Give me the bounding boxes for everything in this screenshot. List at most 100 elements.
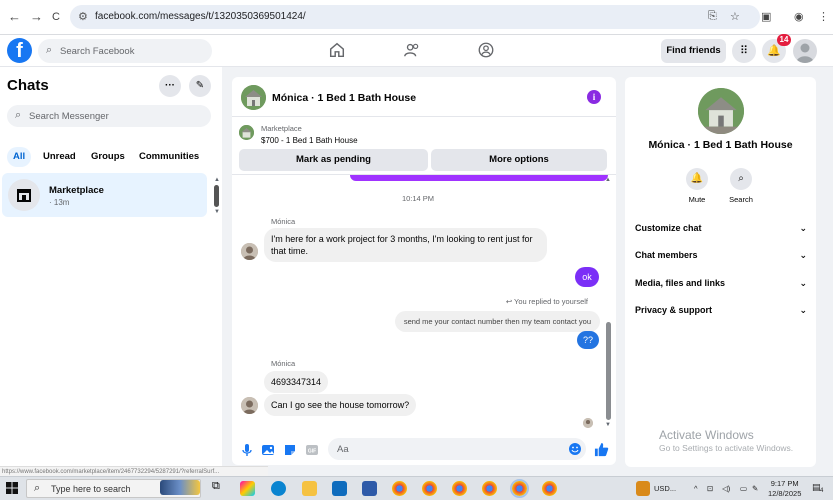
- scroll-up-icon[interactable]: ▲: [214, 177, 220, 183]
- more-options-button[interactable]: More options: [431, 149, 607, 171]
- section-label: Media, files and links: [635, 278, 726, 288]
- currency-widget-icon[interactable]: [636, 481, 650, 496]
- incoming-message[interactable]: I'm here for a work project for 3 months…: [264, 228, 547, 262]
- search-highlight-icon[interactable]: [160, 480, 200, 495]
- emoji-icon[interactable]: [568, 442, 582, 456]
- chat-list-item[interactable]: Marketplace · 13m: [2, 173, 207, 217]
- mute-label: Mute: [688, 195, 706, 204]
- account-avatar[interactable]: [793, 39, 817, 63]
- incoming-message[interactable]: Can I go see the house tomorrow?: [264, 394, 417, 416]
- chrome-icon[interactable]: [422, 481, 437, 496]
- chrome-icon[interactable]: [482, 481, 497, 496]
- forward-arrow-icon[interactable]: →: [30, 9, 43, 24]
- profile-icon[interactable]: ◉: [794, 10, 804, 23]
- privacy-support-section[interactable]: Privacy & support ⌄: [635, 305, 807, 323]
- reading-list-icon[interactable]: ▣: [761, 10, 771, 23]
- sidebar-scroll-thumb[interactable]: [214, 185, 219, 207]
- currency-widget-text[interactable]: USD...: [654, 484, 676, 493]
- conversation-details-pane: Mónica · 1 Bed 1 Bath House 🔔 Mute ⌕ Sea…: [625, 77, 816, 467]
- conversation-title[interactable]: Mónica · 1 Bed 1 Bath House: [272, 92, 416, 104]
- chrome-icon[interactable]: [510, 479, 529, 498]
- browser-menu-icon[interactable]: ⋮: [818, 10, 829, 23]
- new-message-icon[interactable]: ✎: [189, 75, 211, 97]
- friends-icon[interactable]: [403, 41, 421, 59]
- file-explorer-icon[interactable]: [302, 481, 317, 496]
- message-list: 10:14 PM Mónica I'm here for a work proj…: [232, 175, 616, 435]
- filter-groups[interactable]: Groups: [87, 147, 129, 167]
- chat-name: Marketplace: [49, 185, 104, 196]
- search-icon: ⌕: [15, 109, 22, 121]
- gif-icon[interactable]: GIF: [305, 443, 319, 457]
- show-hidden-icons-icon[interactable]: ^: [694, 484, 698, 493]
- quoted-message[interactable]: send me your contact number then my team…: [394, 311, 600, 332]
- system-clock[interactable]: 9:17 PM 12/8/2025: [768, 479, 801, 499]
- media-files-links-section[interactable]: Media, files and links ⌄: [635, 278, 807, 296]
- volume-icon[interactable]: ◁): [722, 484, 730, 493]
- groups-icon[interactable]: [477, 41, 495, 59]
- filter-unread[interactable]: Unread: [39, 147, 80, 167]
- back-arrow-icon[interactable]: ←: [8, 9, 21, 24]
- network-icon[interactable]: ⊡: [707, 484, 713, 493]
- bookmark-star-icon[interactable]: ☆: [730, 10, 740, 23]
- home-icon[interactable]: [328, 41, 346, 59]
- outlook-icon[interactable]: [332, 481, 347, 496]
- facebook-search-input[interactable]: ⌕ Search Facebook: [38, 39, 212, 63]
- listing-title[interactable]: $700 - 1 Bed 1 Bath House: [261, 136, 358, 145]
- outgoing-message[interactable]: ok: [575, 267, 599, 287]
- message-scrollbar[interactable]: ▲ ▼: [605, 177, 612, 432]
- sender-name: Mónica: [271, 217, 296, 226]
- search-conversation-button[interactable]: ⌕ Search: [716, 168, 766, 204]
- messenger-search-input[interactable]: ⌕ Search Messenger: [7, 105, 211, 127]
- chrome-icon[interactable]: [392, 481, 407, 496]
- photo-icon[interactable]: [261, 443, 275, 457]
- scroll-down-icon[interactable]: ▼: [214, 209, 220, 215]
- reload-icon[interactable]: C: [52, 11, 60, 23]
- site-info-icon[interactable]: ⚙: [78, 10, 88, 23]
- outgoing-message[interactable]: ??: [577, 331, 599, 349]
- chevron-down-icon: ⌄: [799, 305, 807, 315]
- section-label: Chat members: [635, 250, 698, 260]
- menu-grid-icon[interactable]: ⠿: [732, 39, 756, 63]
- details-avatar[interactable]: [698, 88, 744, 134]
- sender-avatar[interactable]: [241, 397, 258, 414]
- chrome-icon[interactable]: [452, 481, 467, 496]
- message-scroll-thumb[interactable]: [606, 322, 611, 420]
- message-timestamp: 10:14 PM: [401, 194, 435, 203]
- find-friends-button[interactable]: Find friends: [661, 39, 726, 63]
- incoming-message[interactable]: 4693347314: [264, 371, 329, 393]
- marketplace-label: Marketplace: [261, 124, 302, 133]
- scroll-up-icon[interactable]: ▲: [605, 177, 611, 183]
- windows-start-icon[interactable]: [6, 482, 18, 494]
- task-view-icon[interactable]: ⧉: [212, 480, 227, 495]
- copilot-icon[interactable]: [240, 481, 255, 496]
- thumbs-up-icon[interactable]: [594, 442, 609, 457]
- chrome-icon[interactable]: [542, 481, 557, 496]
- install-app-icon[interactable]: ⎘: [708, 10, 717, 23]
- filter-communities[interactable]: Communities: [135, 147, 203, 167]
- store-icon[interactable]: [362, 481, 377, 496]
- sidebar-scrollbar[interactable]: ▲ ▼: [214, 177, 220, 217]
- scroll-down-icon[interactable]: ▼: [605, 422, 611, 428]
- keyboard-icon[interactable]: ▭: [740, 484, 747, 493]
- sticker-icon[interactable]: [283, 443, 297, 457]
- conversation-pane: Mónica · 1 Bed 1 Bath House i Marketplac…: [232, 77, 616, 465]
- language-icon[interactable]: ✎: [752, 484, 758, 493]
- notification-center-count: 4: [820, 488, 824, 494]
- conversation-info-icon[interactable]: i: [587, 90, 601, 104]
- conversation-avatar[interactable]: [241, 85, 266, 110]
- customize-chat-section[interactable]: Customize chat ⌄: [635, 223, 807, 241]
- message-input[interactable]: Aa: [328, 438, 586, 460]
- mute-button[interactable]: 🔔 Mute: [672, 168, 722, 204]
- filter-all[interactable]: All: [7, 147, 32, 167]
- listing-thumbnail[interactable]: [239, 125, 254, 140]
- sender-avatar[interactable]: [241, 243, 258, 260]
- svg-text:GIF: GIF: [308, 449, 316, 455]
- more-options-icon[interactable]: ···: [159, 75, 181, 97]
- chat-members-section[interactable]: Chat members ⌄: [635, 250, 807, 268]
- edge-browser-icon[interactable]: [271, 481, 286, 496]
- chevron-down-icon: ⌄: [799, 250, 807, 260]
- mark-as-pending-button[interactable]: Mark as pending: [239, 149, 428, 171]
- microphone-icon[interactable]: [240, 443, 254, 457]
- address-bar[interactable]: ⚙ facebook.com/messages/t/13203503695014…: [70, 5, 760, 29]
- facebook-logo[interactable]: f: [7, 38, 32, 63]
